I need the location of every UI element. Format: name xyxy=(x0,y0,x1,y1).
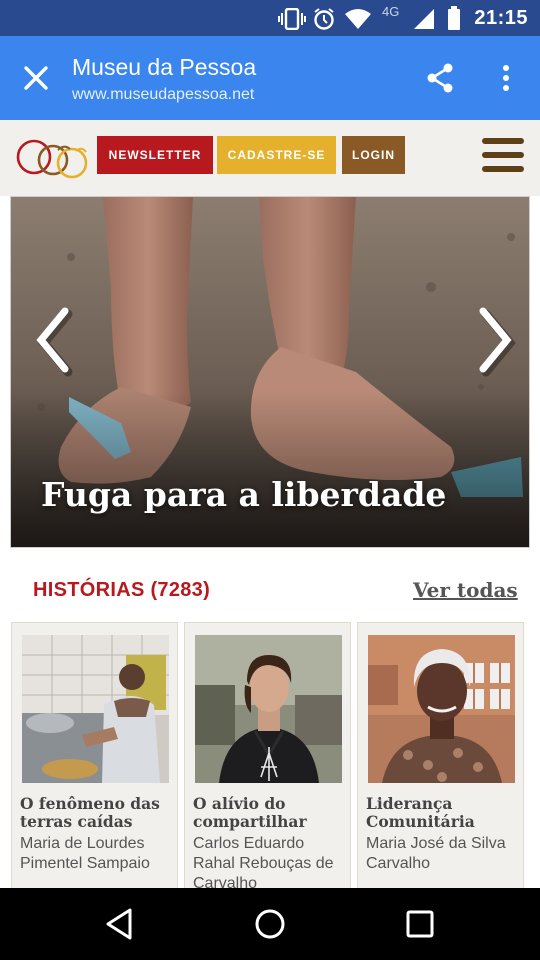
museu-da-pessoa-logo[interactable] xyxy=(14,136,94,180)
chevron-left-icon[interactable] xyxy=(29,303,77,377)
clock: 21:15 xyxy=(474,7,528,29)
battery-icon xyxy=(448,6,460,30)
login-button[interactable]: LOGIN xyxy=(342,136,405,174)
page-title: Museu da Pessoa xyxy=(72,54,257,80)
story-title[interactable]: O alívio do compartilhar xyxy=(193,795,345,831)
stories-heading: HISTÓRIAS (7283) xyxy=(33,579,211,601)
home-circle-icon[interactable] xyxy=(252,906,288,942)
story-person: Maria José da Silva Carvalho xyxy=(366,835,506,872)
wifi-icon xyxy=(345,9,371,29)
story-person: Carlos Eduardo Rahal Rebouças de Carvalh… xyxy=(193,835,334,892)
cadastre-se-button[interactable]: CADASTRE-SE xyxy=(217,136,336,174)
status-bar: 4G 21:15 xyxy=(0,0,540,36)
newsletter-button[interactable]: NEWSLETTER xyxy=(97,136,213,174)
story-thumbnail xyxy=(195,635,342,783)
share-icon[interactable] xyxy=(424,62,456,94)
story-person: Maria de Lourdes Pimentel Sampaio xyxy=(20,835,150,872)
story-card[interactable]: Liderança Comunitária Maria José da Silv… xyxy=(357,622,524,902)
alarm-icon xyxy=(314,8,334,30)
see-all-link[interactable]: Ver todas xyxy=(413,578,518,602)
story-title[interactable]: Liderança Comunitária xyxy=(366,795,518,831)
navigation-bar xyxy=(0,888,540,960)
story-thumbnail xyxy=(22,635,169,783)
close-icon[interactable] xyxy=(18,60,54,96)
page-url: www.museudapessoa.net xyxy=(72,86,255,103)
more-options-icon[interactable] xyxy=(494,62,518,94)
story-thumbnail xyxy=(368,635,515,783)
story-card[interactable]: O alívio do compartilhar Carlos Eduardo … xyxy=(184,622,351,902)
recents-square-icon[interactable] xyxy=(402,906,438,942)
story-card[interactable]: O fenômeno das terras caídas Maria de Lo… xyxy=(11,622,178,902)
back-triangle-icon[interactable] xyxy=(102,906,138,942)
story-title[interactable]: O fenômeno das terras caídas xyxy=(20,795,172,831)
network-type-label: 4G xyxy=(382,4,400,19)
vibrate-icon xyxy=(278,8,306,30)
hero-carousel[interactable]: Fuga para a liberdade xyxy=(10,196,530,548)
hamburger-menu-icon[interactable] xyxy=(482,138,524,174)
signal-icon xyxy=(414,9,434,29)
chevron-right-icon[interactable] xyxy=(471,303,519,377)
browser-toolbar: Museu da Pessoa www.museudapessoa.net xyxy=(0,36,540,120)
hero-caption[interactable]: Fuga para a liberdade xyxy=(41,475,446,514)
